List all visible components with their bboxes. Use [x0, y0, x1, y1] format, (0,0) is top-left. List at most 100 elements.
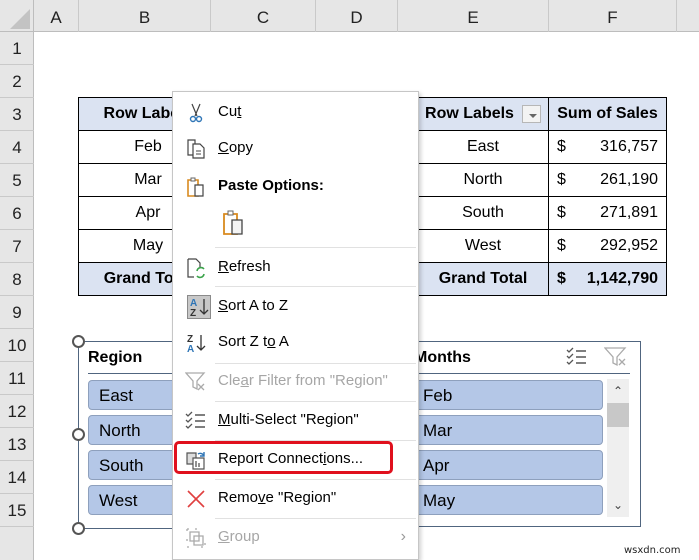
row-header[interactable]: 11 — [0, 362, 34, 395]
sales-value-cell[interactable]: $261,190 — [548, 163, 667, 197]
row-header[interactable]: 8 — [0, 263, 34, 296]
row-header[interactable]: 3 — [0, 98, 34, 131]
row-header[interactable]: 7 — [0, 230, 34, 263]
row-header[interactable]: 14 — [0, 461, 34, 494]
table-row: East $316,757 — [417, 130, 667, 164]
slicer-item-apr[interactable]: Apr — [412, 450, 603, 480]
sales-value-cell[interactable]: $316,757 — [548, 130, 667, 164]
menu-separator — [215, 401, 416, 402]
currency-symbol: $ — [557, 204, 566, 221]
slicer-item-mar[interactable]: Mar — [412, 415, 603, 445]
sales-value-cell[interactable]: $271,891 — [548, 196, 667, 230]
remove-x-icon — [185, 488, 207, 510]
menu-separator — [215, 286, 416, 287]
scrollbar-thumb[interactable] — [607, 403, 629, 427]
region-label-cell[interactable]: North — [417, 163, 549, 197]
menu-label: Multi-Select "Region" — [218, 411, 359, 428]
pivot-header-sum[interactable]: Sum of Sales — [548, 97, 667, 131]
clear-filter-icon[interactable] — [603, 346, 628, 368]
row-header[interactable]: 4 — [0, 131, 34, 164]
multi-select-icon — [185, 410, 207, 432]
menu-label: Remove "Region" — [218, 489, 337, 506]
menu-item-refresh[interactable]: Refresh — [173, 250, 418, 284]
slicer-months-divider — [414, 373, 630, 374]
scroll-down-icon[interactable]: ⌄ — [607, 495, 629, 515]
multi-select-icon[interactable] — [566, 347, 588, 367]
currency-symbol: $ — [557, 270, 566, 287]
slicer-months-title: Months — [414, 349, 471, 366]
currency-symbol: $ — [557, 237, 566, 254]
column-header-c[interactable]: C — [211, 0, 316, 32]
paste-options-label: Paste Options: — [218, 177, 324, 194]
resize-handle-top-left[interactable] — [72, 335, 85, 348]
table-row: West $292,952 — [417, 229, 667, 263]
menu-item-sort-a-to-z[interactable]: AZ Sort A to Z — [173, 289, 418, 323]
row-header[interactable]: 9 — [0, 296, 34, 329]
menu-label: Refresh — [218, 258, 271, 275]
column-header-e[interactable]: E — [398, 0, 549, 32]
paste-option-button[interactable] — [219, 208, 249, 238]
grand-total-label[interactable]: Grand Total — [417, 262, 549, 296]
row-header[interactable]: 15 — [0, 494, 34, 527]
sales-amount: 316,757 — [600, 138, 658, 155]
row-headers: 1 2 3 4 5 6 7 8 9 10 11 12 13 14 15 — [0, 32, 34, 560]
menu-separator — [215, 518, 416, 519]
menu-label: Sort A to Z — [218, 297, 289, 314]
scissors-icon — [185, 102, 207, 124]
menu-item-group[interactable]: Group › — [173, 520, 418, 554]
menu-item-cut[interactable]: Cut — [173, 95, 418, 129]
menu-item-remove[interactable]: Remove "Region" — [173, 481, 418, 515]
watermark: wsxdn.com — [624, 545, 681, 556]
row-header[interactable]: 2 — [0, 65, 34, 98]
clear-filter-icon — [184, 371, 207, 393]
resize-handle-bottom-left[interactable] — [72, 522, 85, 535]
row-header[interactable]: 13 — [0, 428, 34, 461]
table-row: South $271,891 — [417, 196, 667, 230]
menu-item-clear-filter[interactable]: Clear Filter from "Region" — [173, 364, 418, 398]
refresh-icon — [185, 257, 207, 279]
menu-label: Group — [218, 528, 260, 545]
column-header-d[interactable]: D — [316, 0, 398, 32]
table-row: North $261,190 — [417, 163, 667, 197]
menu-label: Clear Filter from "Region" — [218, 372, 388, 389]
column-header-b[interactable]: B — [79, 0, 211, 32]
chevron-right-icon: › — [400, 528, 406, 545]
sales-amount: 271,891 — [600, 204, 658, 221]
column-header-f[interactable]: F — [549, 0, 677, 32]
menu-label: Cut — [218, 103, 242, 120]
currency-symbol: $ — [557, 138, 566, 155]
scroll-up-icon[interactable]: ⌃ — [607, 381, 629, 401]
pivot-header-row-labels[interactable]: Row Labels — [417, 97, 549, 131]
menu-separator — [215, 479, 416, 480]
slicer-item-may[interactable]: May — [412, 485, 603, 515]
svg-text:A: A — [187, 344, 194, 354]
grand-total-value-cell[interactable]: $1,142,790 — [548, 262, 667, 296]
group-icon — [185, 527, 207, 549]
row-header[interactable]: 5 — [0, 164, 34, 197]
sales-value-cell[interactable]: $292,952 — [548, 229, 667, 263]
column-header-a[interactable]: A — [34, 0, 79, 32]
slicer-item-feb[interactable]: Feb — [412, 380, 603, 410]
row-header[interactable]: 6 — [0, 197, 34, 230]
filter-dropdown-button[interactable] — [521, 104, 541, 123]
sort-a-to-z-icon: AZ — [187, 295, 211, 319]
highlight-box — [174, 441, 393, 474]
menu-item-sort-z-to-a[interactable]: ZA Sort Z to A — [173, 325, 418, 359]
region-label-cell[interactable]: West — [417, 229, 549, 263]
menu-item-copy[interactable]: Copy — [173, 131, 418, 165]
currency-symbol: $ — [557, 171, 566, 188]
menu-item-multi-select[interactable]: Multi-Select "Region" — [173, 403, 418, 437]
region-label-cell[interactable]: South — [417, 196, 549, 230]
select-all-button[interactable] — [0, 0, 34, 32]
resize-handle-mid-left[interactable] — [72, 428, 85, 441]
menu-label: Copy — [218, 139, 254, 156]
region-label-cell[interactable]: East — [417, 130, 549, 164]
slicer-scrollbar[interactable]: ⌃ ⌄ — [607, 379, 629, 517]
copy-icon — [185, 138, 207, 160]
row-header[interactable]: 10 — [0, 329, 34, 362]
row-labels-text: Row Labels — [425, 105, 514, 123]
svg-text:Z: Z — [190, 308, 196, 318]
slicer-region-divider — [88, 373, 178, 374]
row-header[interactable]: 1 — [0, 32, 34, 65]
row-header[interactable]: 12 — [0, 395, 34, 428]
